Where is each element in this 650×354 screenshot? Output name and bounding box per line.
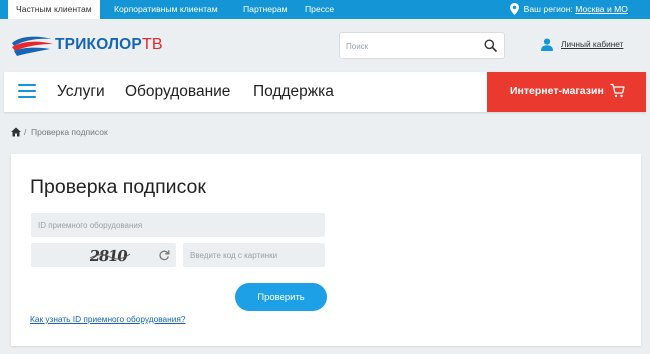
- site-header: ТРИКОЛОРТВ Личный кабинет: [0, 19, 650, 71]
- logo-name: ТРИКОЛОР: [55, 36, 142, 53]
- region-value[interactable]: Москва и МО: [575, 4, 628, 14]
- logo-suffix: ТВ: [141, 36, 163, 53]
- region-selector[interactable]: Ваш регион: Москва и МО: [509, 0, 628, 19]
- logo-text[interactable]: ТРИКОЛОРТВ: [55, 36, 163, 54]
- home-icon[interactable]: [11, 127, 21, 137]
- tab-corporate-clients[interactable]: Корпоративным клиентам: [114, 0, 218, 19]
- page-title: Проверка подписок: [30, 176, 206, 198]
- online-shop-label: Интернет-магазин: [510, 85, 604, 97]
- user-icon: [541, 38, 553, 51]
- receiver-id-input[interactable]: [31, 213, 325, 237]
- tab-private-clients[interactable]: Частным клиентам: [8, 0, 100, 19]
- search-icon[interactable]: [484, 39, 497, 52]
- main-nav: Услуги Оборудование Поддержка Интернет-м…: [4, 72, 646, 112]
- tricolor-logo-icon[interactable]: [10, 35, 55, 57]
- search-box: [339, 32, 505, 59]
- menu-icon[interactable]: [18, 84, 36, 100]
- location-pin-icon: [509, 3, 519, 15]
- online-shop-button[interactable]: Интернет-магазин: [487, 72, 646, 112]
- search-input[interactable]: [346, 38, 476, 54]
- nav-item-services[interactable]: Услуги: [57, 83, 105, 101]
- top-bar: Частным клиентам Корпоративным клиентам …: [0, 0, 650, 19]
- tab-press[interactable]: Прессе: [305, 0, 334, 19]
- captcha-code-input[interactable]: [183, 243, 325, 267]
- receiver-id-help-link[interactable]: Как узнать ID приемного оборудования?: [30, 314, 185, 324]
- subscription-check-card: Проверка подписок 2810 Проверить Как узн…: [11, 154, 641, 346]
- tab-partners[interactable]: Партнерам: [243, 0, 287, 19]
- account-label: Личный кабинет: [561, 39, 624, 49]
- captcha-box: 2810: [31, 243, 176, 267]
- breadcrumb-separator: /: [24, 127, 27, 137]
- region-label: Ваш регион:: [523, 4, 573, 14]
- captcha-image: 2810: [89, 247, 131, 265]
- check-button[interactable]: Проверить: [235, 283, 327, 311]
- nav-item-equipment[interactable]: Оборудование: [125, 83, 230, 101]
- breadcrumb-current: Проверка подписок: [31, 127, 108, 137]
- refresh-icon[interactable]: [158, 249, 170, 261]
- cart-icon: [610, 83, 625, 98]
- nav-item-support[interactable]: Поддержка: [253, 83, 334, 101]
